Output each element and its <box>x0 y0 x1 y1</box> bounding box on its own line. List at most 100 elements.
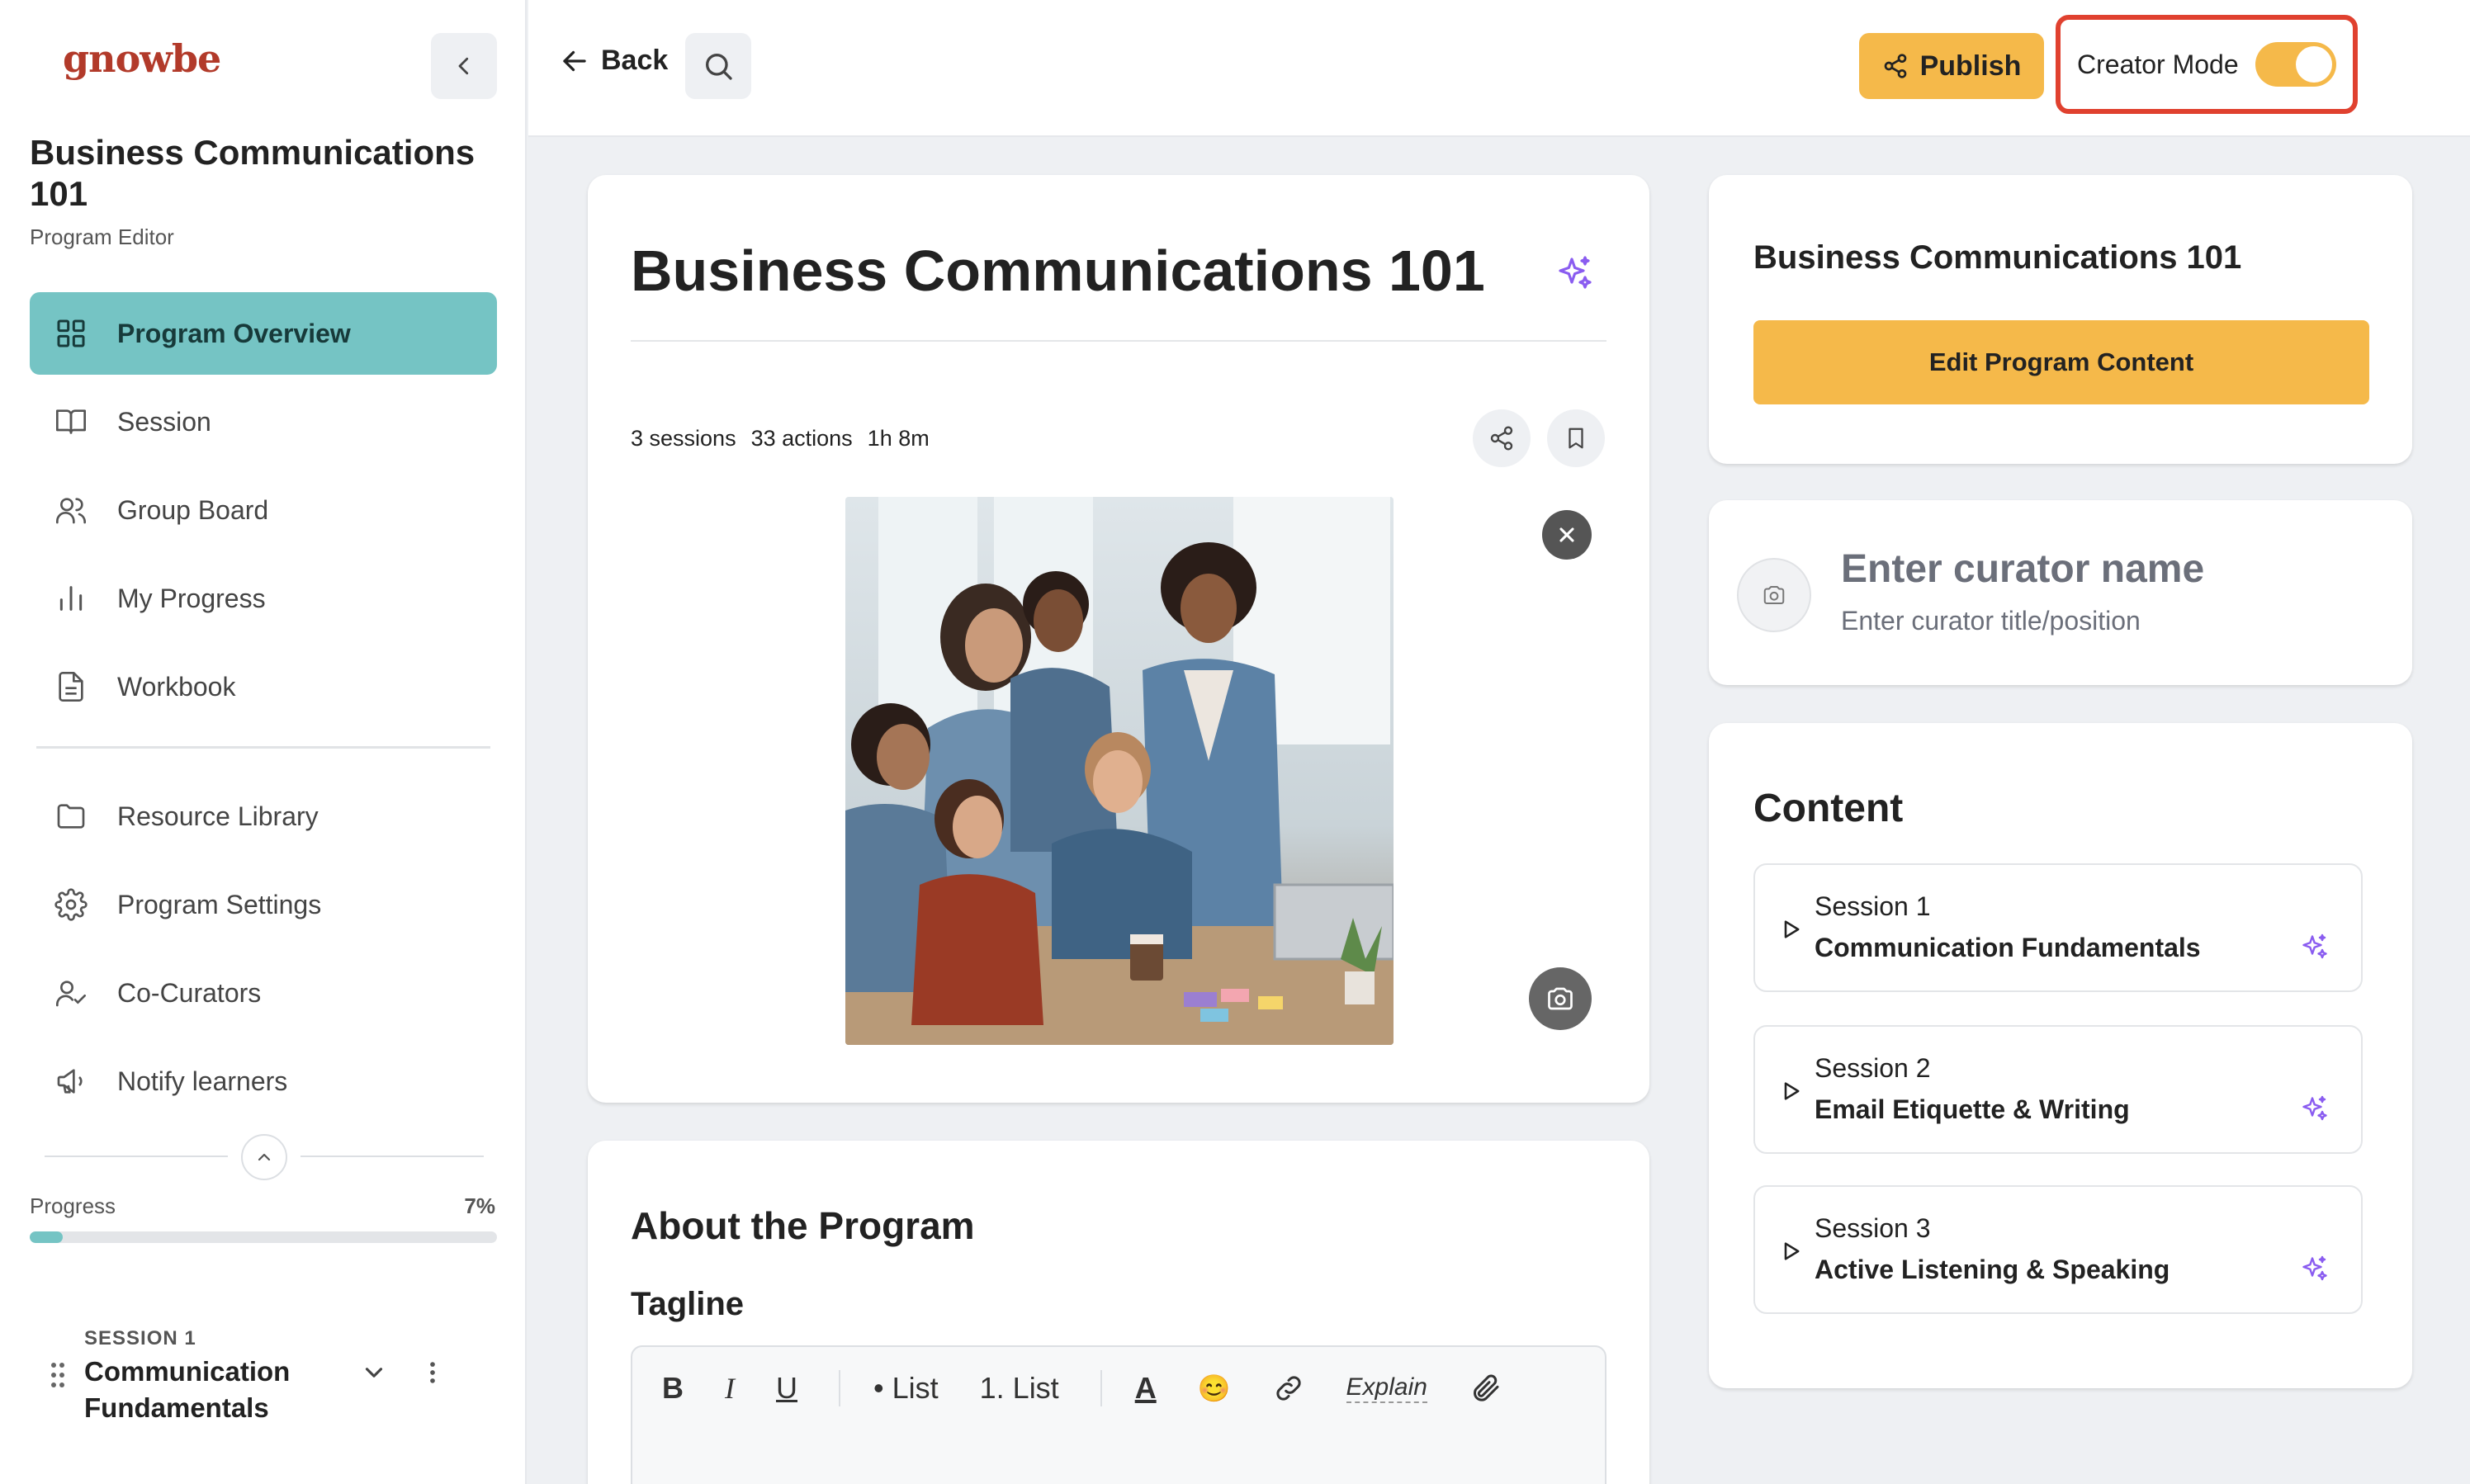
progress-separator <box>45 1134 484 1180</box>
program-overview-card: Business Communications 101 3 sessions 33… <box>588 175 1649 1103</box>
explain-button[interactable]: Explain <box>1346 1373 1427 1403</box>
sidebar-item-label: Program Settings <box>117 889 322 919</box>
publish-button[interactable]: Publish <box>1859 33 2044 99</box>
arrow-left-icon <box>563 50 586 71</box>
ai-sparkle-icon[interactable] <box>2300 933 2330 962</box>
play-icon <box>1784 1242 1800 1260</box>
program-stats: 3 sessions 33 actions 1h 8m <box>631 426 944 451</box>
remove-image-button[interactable] <box>1542 510 1592 560</box>
bookmark-button[interactable] <box>1547 409 1605 467</box>
current-session-label: SESSION 1 <box>84 1327 196 1349</box>
tagline-title: Tagline <box>631 1286 745 1322</box>
megaphone-icon <box>53 1063 89 1099</box>
sidebar: gnowbe Business Communications 101 Progr… <box>0 0 527 1484</box>
sidebar-item-label: Resource Library <box>117 801 319 831</box>
sidebar-item-resource-library[interactable]: Resource Library <box>30 775 497 858</box>
about-program-card: About the Program Tagline B I U • List 1… <box>588 1141 1649 1484</box>
edit-program-content-button[interactable]: Edit Program Content <box>1753 320 2369 404</box>
current-session-title[interactable]: Communication Fundamentals <box>84 1354 332 1426</box>
content-card: Content Session 1 Communication Fundamen… <box>1709 723 2412 1388</box>
program-cover-image <box>845 497 1394 1045</box>
progress-bar-fill <box>30 1231 63 1243</box>
sidebar-item-label: Co-Curators <box>117 977 262 1008</box>
sidebar-item-my-progress[interactable]: My Progress <box>30 557 497 640</box>
tagline-editor[interactable]: B I U • List 1. List A 😊 Explain <box>631 1345 1606 1484</box>
sessions-count: 3 sessions <box>631 426 736 451</box>
sidebar-item-label: Notify learners <box>117 1066 288 1096</box>
emoji-button[interactable]: 😊 <box>1198 1373 1231 1404</box>
sidebar-item-label: Session <box>117 406 211 437</box>
creator-mode-label: Creator Mode <box>2077 49 2239 79</box>
chevron-left-icon <box>458 57 469 75</box>
progress-label: Progress <box>30 1193 116 1218</box>
sidebar-item-label: My Progress <box>117 583 266 613</box>
ai-sparkle-icon[interactable] <box>2300 1255 2330 1284</box>
share-icon <box>1884 54 1906 78</box>
sidebar-item-workbook[interactable]: Workbook <box>30 645 497 728</box>
progress-bar <box>30 1231 497 1243</box>
more-vertical-icon[interactable] <box>424 1359 441 1391</box>
program-main-title[interactable]: Business Communications 101 <box>631 238 1485 304</box>
italic-button[interactable]: I <box>725 1371 735 1406</box>
underline-button[interactable]: U <box>776 1371 797 1406</box>
curator-avatar[interactable] <box>1737 558 1811 632</box>
share-button[interactable] <box>1473 409 1531 467</box>
session-name: Active Listening & Speaking <box>1815 1255 2170 1284</box>
title-divider <box>631 340 1606 342</box>
curator-card: Enter curator name Enter curator title/p… <box>1709 500 2412 685</box>
program-summary-card: Business Communications 101 Edit Program… <box>1709 175 2412 464</box>
search-icon <box>706 54 732 80</box>
summary-program-title: Business Communications 101 <box>1753 239 2242 276</box>
sidebar-item-session[interactable]: Session <box>30 380 497 463</box>
editor-toolbar: B I U • List 1. List A 😊 Explain <box>632 1347 1605 1430</box>
sidebar-item-co-curators[interactable]: Co-Curators <box>30 952 497 1034</box>
collapse-progress-button[interactable] <box>241 1134 287 1180</box>
ai-sparkle-icon[interactable] <box>2300 1094 2330 1124</box>
program-subtitle: Program Editor <box>30 224 174 249</box>
session-number: Session 3 <box>1815 1213 1931 1243</box>
chevron-down-icon[interactable] <box>360 1359 388 1391</box>
session-item[interactable]: Session 1 Communication Fundamentals <box>1753 863 2363 992</box>
collapse-sidebar-button[interactable] <box>431 33 497 99</box>
session-number: Session 2 <box>1815 1053 1931 1083</box>
paperclip-icon <box>1473 1374 1499 1401</box>
program-title: Business Communications 101 <box>30 133 476 213</box>
sidebar-item-notify-learners[interactable]: Notify learners <box>30 1040 497 1122</box>
attachment-button[interactable] <box>1469 1372 1502 1405</box>
content-title: Content <box>1753 787 1904 830</box>
sidebar-item-label: Program Overview <box>117 318 351 348</box>
creator-mode-control: Creator Mode <box>2056 15 2358 114</box>
play-icon <box>1784 920 1800 938</box>
camera-icon <box>1548 987 1573 1010</box>
session-item[interactable]: Session 2 Email Etiquette & Writing <box>1753 1025 2363 1154</box>
progress-percent: 7% <box>464 1193 495 1218</box>
change-image-button[interactable] <box>1529 967 1592 1030</box>
session-item[interactable]: Session 3 Active Listening & Speaking <box>1753 1185 2363 1314</box>
link-button[interactable] <box>1272 1372 1305 1405</box>
sidebar-item-program-settings[interactable]: Program Settings <box>30 863 497 946</box>
curator-name-input[interactable]: Enter curator name <box>1841 546 2204 592</box>
sidebar-divider <box>36 746 490 749</box>
bar-chart-icon <box>53 580 89 617</box>
gnowbe-logo[interactable]: gnowbe <box>63 36 221 81</box>
curator-title-input[interactable]: Enter curator title/position <box>1841 606 2141 636</box>
sidebar-item-program-overview[interactable]: Program Overview <box>30 292 497 375</box>
bold-button[interactable]: B <box>662 1371 684 1406</box>
bookmark-icon <box>1569 428 1583 449</box>
drag-handle-icon[interactable] <box>50 1360 66 1394</box>
bullet-list-button[interactable]: • List <box>873 1371 939 1406</box>
topbar: Back Publish Creator Mode <box>528 0 2470 137</box>
about-title: About the Program <box>631 1204 975 1247</box>
sidebar-item-group-board[interactable]: Group Board <box>30 469 497 551</box>
ai-sparkle-icon[interactable] <box>1555 254 1595 298</box>
toolbar-divider <box>1100 1370 1102 1406</box>
text-color-button[interactable]: A <box>1135 1371 1157 1406</box>
back-button[interactable]: Back <box>560 45 668 77</box>
numbered-list-button[interactable]: 1. List <box>980 1371 1059 1406</box>
duration: 1h 8m <box>867 426 930 451</box>
creator-mode-toggle[interactable] <box>2255 42 2336 87</box>
search-button[interactable] <box>685 33 751 99</box>
close-icon <box>1559 527 1574 542</box>
toolbar-divider <box>839 1370 840 1406</box>
share-icon <box>1490 426 1513 451</box>
